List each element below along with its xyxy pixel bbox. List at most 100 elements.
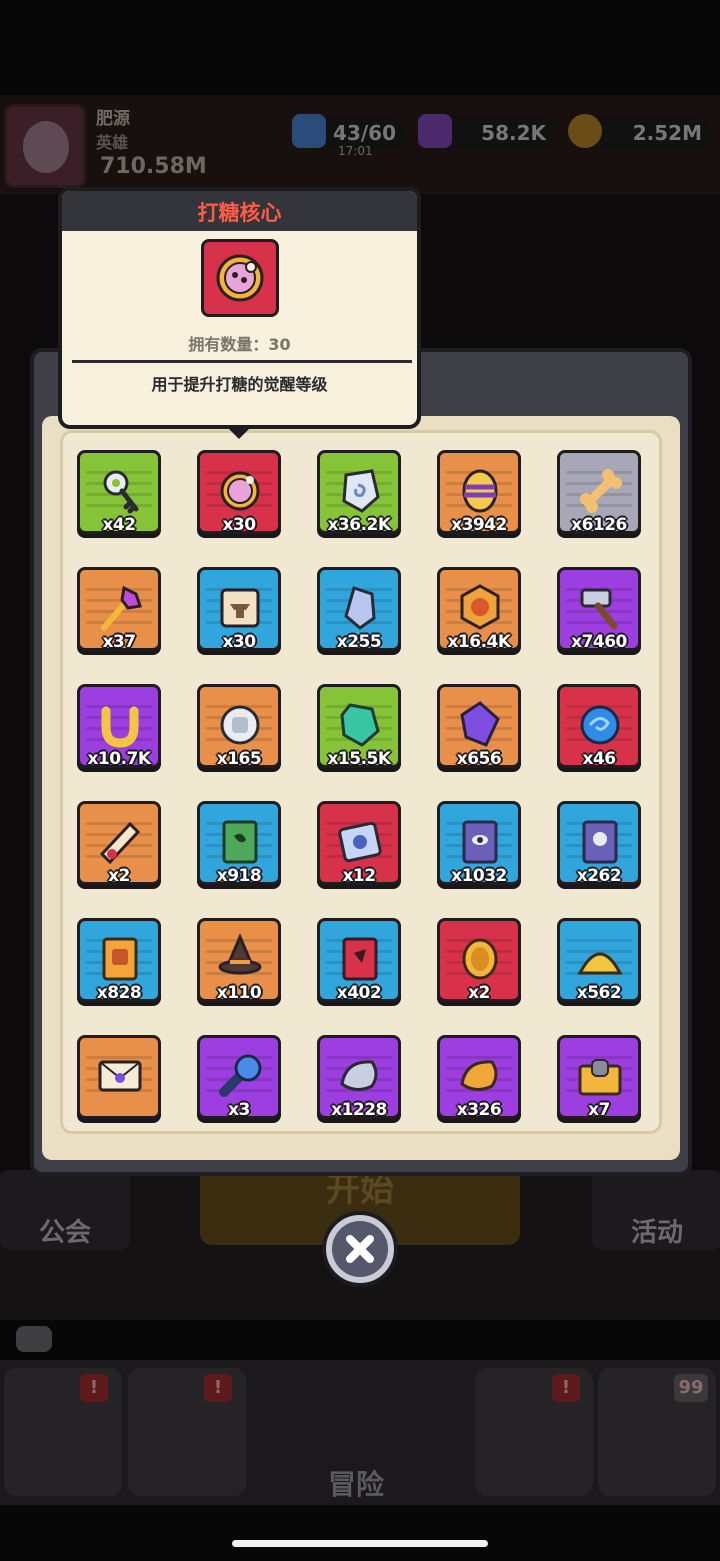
inventory-item-candy-core[interactable]: x30 (197, 450, 281, 535)
hat-icon (212, 931, 268, 987)
inventory-item-green-ore[interactable]: x15.5K (317, 684, 401, 769)
inventory-item-treasure-chest[interactable]: x7 (557, 1035, 641, 1120)
item-quantity: x15.5K (327, 749, 391, 769)
energy-value: 43/60 (333, 121, 396, 145)
gem-counter[interactable]: 58.2K (418, 114, 556, 148)
inventory-item-eye-tome[interactable]: x1032 (437, 801, 521, 886)
hammer-icon (572, 580, 628, 636)
coin-value: 2.52M (632, 121, 702, 145)
events-button[interactable]: 活动 (592, 1170, 720, 1250)
inventory-item-hex-medal[interactable]: x16.4K (437, 567, 521, 652)
ore-icon (332, 697, 388, 753)
inventory-item-skull-tome[interactable]: x262 (557, 801, 641, 886)
inventory-item-rune-stone[interactable]: x36.2K (317, 450, 401, 535)
power-value: 710.58M (100, 154, 207, 179)
red-book-icon (332, 931, 388, 987)
item-quantity: x918 (216, 866, 262, 886)
inventory-item-horseshoe[interactable]: x10.7K (77, 684, 161, 769)
core-icon (212, 463, 268, 519)
item-quantity: x2 (468, 983, 490, 1003)
skull-book-icon (572, 814, 628, 870)
wand-icon (92, 580, 148, 636)
item-quantity: x2 (108, 866, 130, 886)
gem-icon (418, 114, 452, 148)
coin-counter[interactable]: 2.52M (568, 114, 712, 148)
item-quantity: x37 (102, 632, 136, 652)
inventory-item-striped-egg[interactable]: x3942 (437, 450, 521, 535)
item-quantity: x1032 (451, 866, 507, 886)
item-quantity: x828 (96, 983, 142, 1003)
chest-icon (572, 1048, 628, 1104)
inventory-item-anvil-scroll[interactable]: x30 (197, 567, 281, 652)
coin-icon (568, 114, 602, 148)
tooltip-count: 拥有数量：30 (188, 335, 291, 354)
nav-heroes-badge: ! (204, 1374, 232, 1402)
player-title: 英雄 (96, 133, 129, 152)
chat-icon[interactable] (16, 1326, 52, 1352)
item-quantity: x30 (222, 632, 256, 652)
tooltip-arrow (225, 425, 253, 439)
inventory-item-parchment[interactable]: x2 (77, 801, 161, 886)
inventory-item-silver-key[interactable]: x42 (77, 450, 161, 535)
item-quantity: x36.2K (327, 515, 391, 535)
parchment-icon (92, 814, 148, 870)
inventory-item-flower-wand[interactable]: x37 (77, 567, 161, 652)
inventory-item-gold-pile[interactable]: x562 (557, 918, 641, 1003)
inventory-item-moon-ticket[interactable]: x12 (317, 801, 401, 886)
inventory-item-envelope[interactable] (77, 1035, 161, 1119)
item-quantity: x46 (582, 749, 616, 769)
inventory-item-gold-shell[interactable]: x326 (437, 1035, 521, 1120)
tooltip-item-icon (201, 239, 279, 317)
inventory-item-purple-gem[interactable]: x656 (437, 684, 521, 769)
item-quantity: x262 (576, 866, 622, 886)
item-quantity: x6126 (571, 515, 627, 535)
gold-shell-icon (452, 1048, 508, 1104)
item-quantity: x255 (336, 632, 382, 652)
item-quantity: x562 (576, 983, 622, 1003)
item-quantity: x3 (228, 1100, 250, 1120)
tooltip-divider (72, 360, 412, 363)
home-indicator[interactable] (232, 1540, 488, 1547)
item-quantity: x7 (588, 1100, 610, 1120)
inventory-item-silver-coin[interactable]: x165 (197, 684, 281, 769)
rune-stone-icon (332, 463, 388, 519)
orb-icon (572, 697, 628, 753)
inventory-item-witch-hat[interactable]: x110 (197, 918, 281, 1003)
inventory-item-blue-orb[interactable]: x46 (557, 684, 641, 769)
avatar[interactable] (4, 104, 86, 188)
inventory-item-gold-coin[interactable]: x2 (437, 918, 521, 1003)
shell-icon (332, 1048, 388, 1104)
key-icon (92, 463, 148, 519)
close-icon (346, 1235, 374, 1263)
scroll-icon (212, 580, 268, 636)
item-quantity: x10.7K (87, 749, 151, 769)
item-tooltip: 打糖核心 拥有数量：30 用于提升打糖的觉醒等级 (58, 187, 421, 429)
inventory-item-silver-shell[interactable]: x1228 (317, 1035, 401, 1120)
guild-button[interactable]: 公会 (0, 1170, 130, 1250)
inventory-item-bone[interactable]: x6126 (557, 450, 641, 535)
item-quantity: x110 (216, 983, 262, 1003)
medal-icon (452, 580, 508, 636)
close-button[interactable] (322, 1211, 398, 1287)
item-quantity: x326 (456, 1100, 502, 1120)
nav-upgrade-badge: ! (552, 1374, 580, 1402)
item-quantity: x656 (456, 749, 502, 769)
inventory-item-blue-crystal[interactable]: x255 (317, 567, 401, 652)
inventory-item-leaf-book[interactable]: x918 (197, 801, 281, 886)
item-quantity: x42 (102, 515, 136, 535)
inventory-item-hammer[interactable]: x7460 (557, 567, 641, 652)
gold-pile-icon (572, 931, 628, 987)
close-button-face (332, 1221, 388, 1277)
energy-timer: 17:01 (338, 144, 373, 158)
adventure-label[interactable]: 冒险 (328, 1463, 384, 1503)
horseshoe-icon (92, 697, 148, 753)
egg-icon (452, 463, 508, 519)
envelope-icon (92, 1048, 148, 1104)
inventory-item-flashlight[interactable]: x3 (197, 1035, 281, 1120)
bone-icon (572, 463, 628, 519)
core-icon (216, 254, 264, 302)
coin-icon (212, 697, 268, 753)
inventory-item-red-book[interactable]: x402 (317, 918, 401, 1003)
gem-icon (452, 697, 508, 753)
inventory-item-gold-book[interactable]: x828 (77, 918, 161, 1003)
